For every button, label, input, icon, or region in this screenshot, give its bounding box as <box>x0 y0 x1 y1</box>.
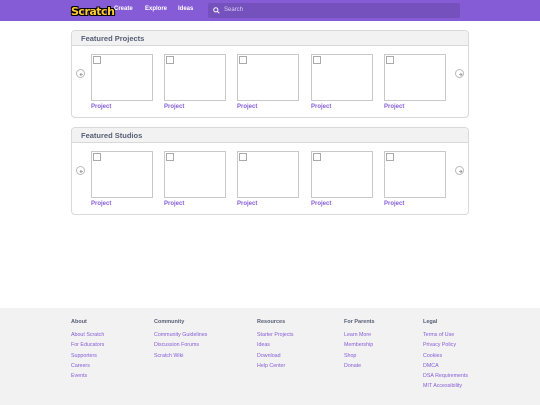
studio-thumbnail[interactable] <box>384 151 446 198</box>
footer-link[interactable]: DMCA <box>423 363 468 373</box>
broken-image-icon <box>166 56 174 64</box>
broken-image-icon <box>386 153 394 161</box>
studio-tile[interactable]: Project <box>237 151 299 209</box>
broken-image-icon <box>386 56 394 64</box>
footer-link[interactable]: Ideas <box>257 342 294 352</box>
arrow-right-icon[interactable] <box>455 166 464 175</box>
top-nav: Scratch Create Explore Ideas Search <box>0 0 540 21</box>
featured-studios-header: Featured Studios <box>72 128 468 143</box>
footer-column-about: About About Scratch For Educators Suppor… <box>71 319 104 383</box>
studio-title[interactable]: Project <box>311 201 331 207</box>
featured-projects-header: Featured Projects <box>72 31 468 46</box>
broken-image-icon <box>313 153 321 161</box>
section-title: Featured Projects <box>81 34 145 43</box>
search-placeholder: Search <box>224 7 244 13</box>
arrow-left-icon[interactable] <box>76 166 85 175</box>
broken-image-icon <box>239 56 247 64</box>
project-thumbnail[interactable] <box>91 54 153 101</box>
studio-thumbnail[interactable] <box>91 151 153 198</box>
footer-column-title: For Parents <box>344 319 375 325</box>
project-tile[interactable]: Project <box>237 54 299 112</box>
project-thumbnail[interactable] <box>164 54 226 101</box>
project-title[interactable]: Project <box>91 104 111 110</box>
studio-thumbnail[interactable] <box>164 151 226 198</box>
footer-link[interactable]: Supporters <box>71 353 104 363</box>
footer-column-legal: Legal Terms of Use Privacy Policy Cookie… <box>423 319 468 394</box>
studio-title[interactable]: Project <box>384 201 404 207</box>
footer-link[interactable]: Learn More <box>344 332 375 342</box>
footer-link[interactable]: Community Guidelines <box>154 332 207 342</box>
nav-create[interactable]: Create <box>114 6 133 12</box>
studio-title[interactable]: Project <box>91 201 111 207</box>
project-tile[interactable]: Project <box>164 54 226 112</box>
featured-studios-box: Featured Studios Project Project Project… <box>71 127 469 215</box>
footer-link[interactable]: Terms of Use <box>423 332 468 342</box>
project-tile[interactable]: Project <box>384 54 446 112</box>
project-title[interactable]: Project <box>164 104 184 110</box>
arrow-left-icon[interactable] <box>76 69 85 78</box>
footer-link[interactable]: About Scratch <box>71 332 104 342</box>
project-thumbnail[interactable] <box>237 54 299 101</box>
project-thumbnail[interactable] <box>311 54 373 101</box>
footer-link[interactable]: Help Center <box>257 363 294 373</box>
nav-ideas[interactable]: Ideas <box>178 6 193 12</box>
broken-image-icon <box>93 56 101 64</box>
search-input[interactable]: Search <box>208 3 460 18</box>
footer-link[interactable]: Privacy Policy <box>423 342 468 352</box>
project-thumbnail[interactable] <box>384 54 446 101</box>
footer-column-community: Community Community Guidelines Discussio… <box>154 319 207 363</box>
featured-projects-box: Featured Projects Project Project Projec… <box>71 30 469 118</box>
section-title: Featured Studios <box>81 131 143 140</box>
footer-link[interactable]: MIT Accessibility <box>423 383 468 393</box>
project-title[interactable]: Project <box>311 104 331 110</box>
studio-tile[interactable]: Project <box>311 151 373 209</box>
main-content: Featured Projects Project Project Projec… <box>0 21 540 308</box>
footer-column-resources: Resources Starter Projects Ideas Downloa… <box>257 319 294 373</box>
arrow-right-icon[interactable] <box>455 69 464 78</box>
studio-tile[interactable]: Project <box>384 151 446 209</box>
footer-link[interactable]: Membership <box>344 342 375 352</box>
footer-column-title: About <box>71 319 87 325</box>
studio-tile[interactable]: Project <box>164 151 226 209</box>
broken-image-icon <box>166 153 174 161</box>
project-title[interactable]: Project <box>384 104 404 110</box>
footer-column-title: Resources <box>257 319 286 325</box>
footer: About About Scratch For Educators Suppor… <box>0 308 540 405</box>
footer-link[interactable]: Starter Projects <box>257 332 294 342</box>
footer-link[interactable]: For Educators <box>71 342 104 352</box>
scratch-logo[interactable]: Scratch <box>71 2 115 18</box>
studio-title[interactable]: Project <box>237 201 257 207</box>
project-title[interactable]: Project <box>237 104 257 110</box>
footer-column-title: Legal <box>423 319 438 325</box>
broken-image-icon <box>93 153 101 161</box>
footer-link[interactable]: Discussion Forums <box>154 342 207 352</box>
studio-title[interactable]: Project <box>164 201 184 207</box>
footer-link[interactable]: Cookies <box>423 353 468 363</box>
footer-link[interactable]: DSA Requirements <box>423 373 468 383</box>
footer-link[interactable]: Scratch Wiki <box>154 353 207 363</box>
footer-link[interactable]: Donate <box>344 363 375 373</box>
footer-link[interactable]: Events <box>71 373 104 383</box>
footer-link[interactable]: Download <box>257 353 294 363</box>
nav-explore[interactable]: Explore <box>145 6 167 12</box>
footer-column-title: Community <box>154 319 185 325</box>
broken-image-icon <box>239 153 247 161</box>
search-icon <box>213 7 220 14</box>
broken-image-icon <box>313 56 321 64</box>
project-tile[interactable]: Project <box>311 54 373 112</box>
footer-link[interactable]: Careers <box>71 363 104 373</box>
footer-link[interactable]: Shop <box>344 353 375 363</box>
studio-tile[interactable]: Project <box>91 151 153 209</box>
studio-thumbnail[interactable] <box>237 151 299 198</box>
footer-column-parents: For Parents Learn More Membership Shop D… <box>344 319 375 373</box>
project-tile[interactable]: Project <box>91 54 153 112</box>
studio-thumbnail[interactable] <box>311 151 373 198</box>
